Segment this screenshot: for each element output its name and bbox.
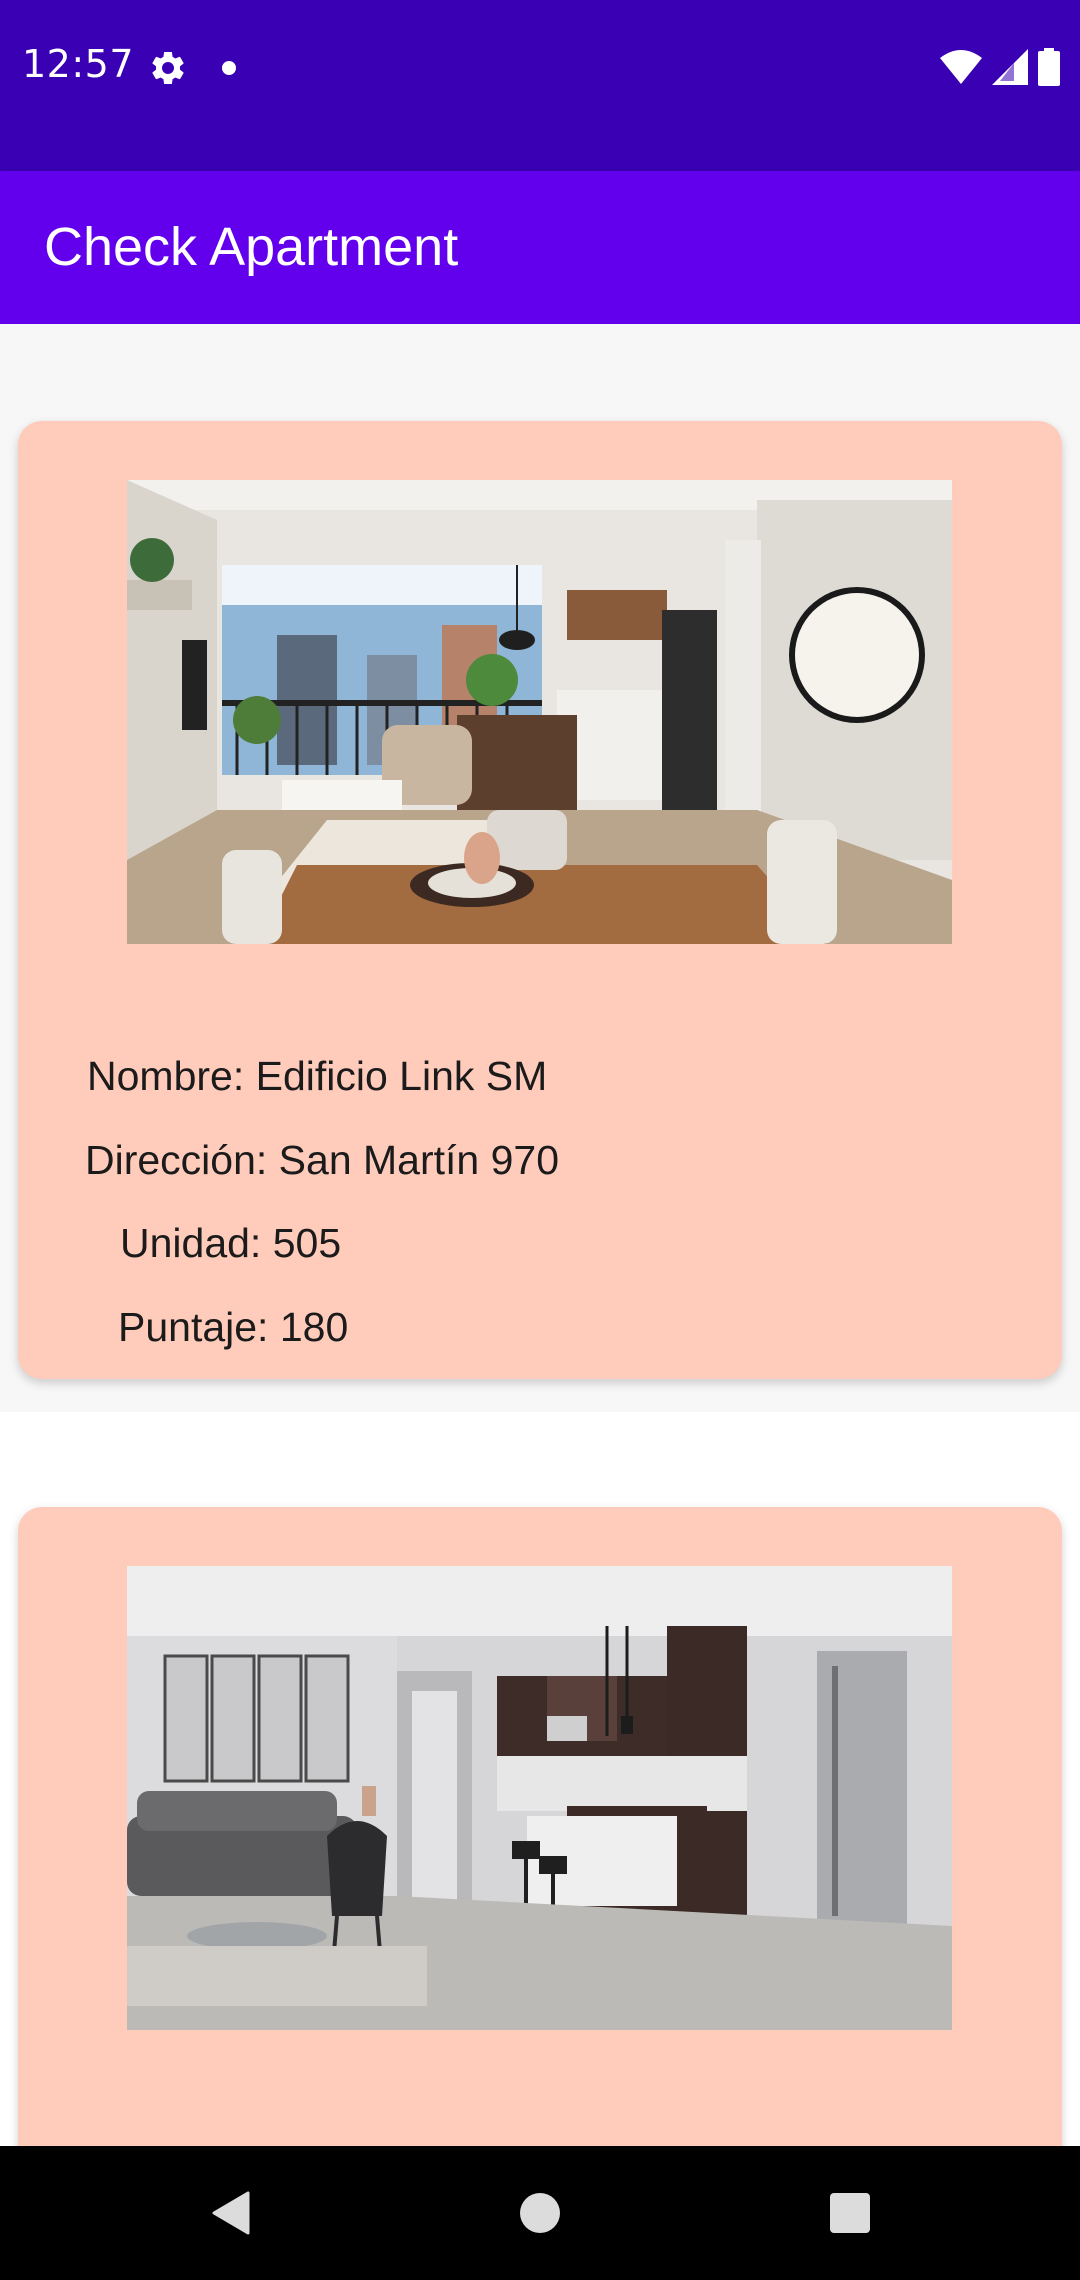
apartment-card[interactable]: Nombre: Edificio Link SM Dirección: San … xyxy=(18,421,1062,1379)
list-item: Nombre: Edificio Link SM Dirección: San … xyxy=(0,324,1080,1412)
nav-home-button[interactable] xyxy=(500,2146,580,2280)
apartment-card[interactable] xyxy=(18,1507,1062,2146)
home-icon xyxy=(520,2193,560,2233)
list-item xyxy=(0,1412,1080,2146)
apartment-photo xyxy=(127,1566,952,2030)
recents-icon xyxy=(830,2193,870,2233)
cell-signal-icon xyxy=(992,49,1028,85)
status-bar: 12:57 xyxy=(0,0,1080,171)
apartment-photo xyxy=(127,480,952,944)
gear-icon xyxy=(152,51,184,84)
status-time: 12:57 xyxy=(22,42,135,86)
apartment-address: Dirección: San Martín 970 xyxy=(85,1137,560,1183)
battery-icon xyxy=(1038,48,1060,86)
app-bar: Check Apartment xyxy=(0,171,1080,324)
apartment-name: Nombre: Edificio Link SM xyxy=(87,1053,548,1099)
nav-recents-button[interactable] xyxy=(810,2146,890,2280)
wifi-icon xyxy=(940,50,982,84)
back-icon xyxy=(212,2191,250,2235)
notification-dot-icon xyxy=(222,61,236,75)
apartment-list[interactable]: Nombre: Edificio Link SM Dirección: San … xyxy=(0,324,1080,2146)
navigation-bar xyxy=(0,2146,1080,2280)
apartment-score: Puntaje: 180 xyxy=(118,1304,349,1350)
page-title: Check Apartment xyxy=(44,217,459,277)
nav-back-button[interactable] xyxy=(190,2146,270,2280)
apartment-unit: Unidad: 505 xyxy=(120,1220,342,1266)
